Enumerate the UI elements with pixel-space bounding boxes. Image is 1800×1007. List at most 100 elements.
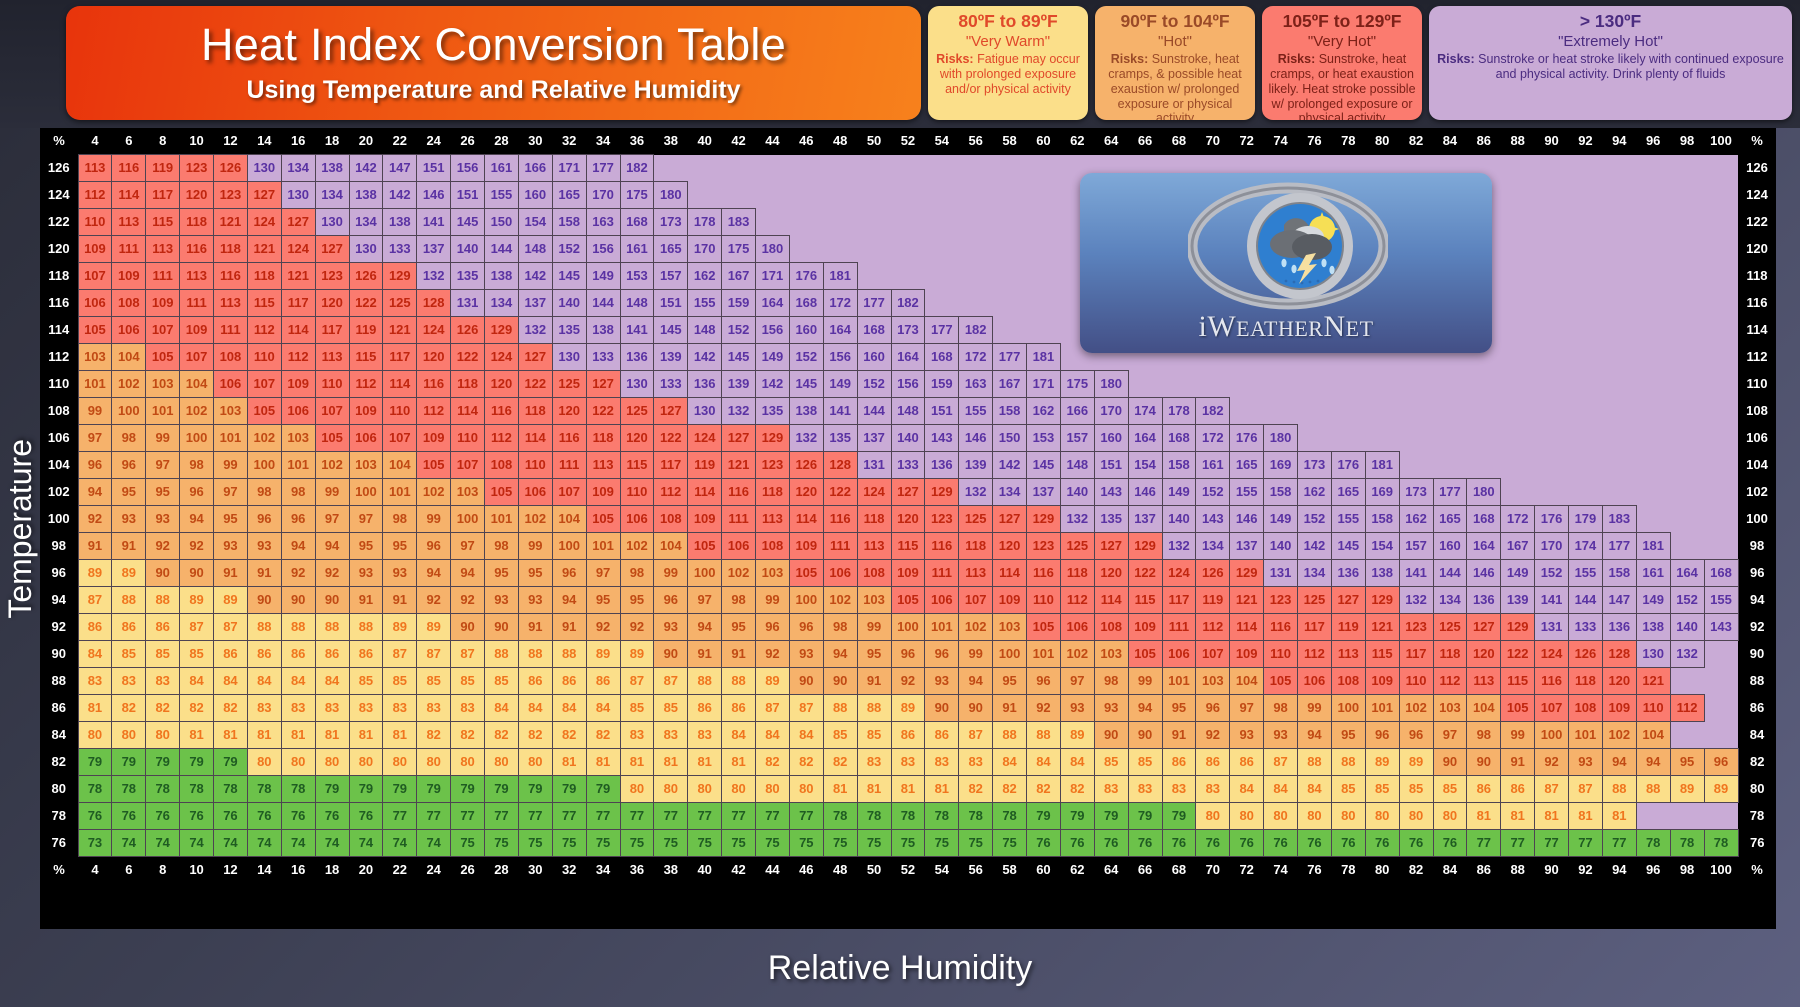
empty-cell: [789, 181, 824, 209]
heat-index-cell: 109: [179, 316, 214, 344]
heat-index-cell: 83: [382, 694, 418, 722]
empty-cell: [924, 262, 959, 290]
heat-index-cell: 80: [755, 775, 790, 803]
heat-index-cell: 161: [484, 154, 519, 182]
heat-index-cell: 85: [1330, 775, 1366, 803]
heat-index-cell: 105: [145, 343, 181, 371]
empty-cell: [1602, 235, 1637, 263]
heat-index-cell: 135: [551, 316, 587, 344]
temperature-header-cell: 78: [40, 802, 78, 830]
heat-index-cell: 130: [1635, 640, 1671, 668]
humidity-header-cell: 12: [213, 856, 248, 883]
humidity-header-cell: 96: [1636, 128, 1671, 155]
heat-index-cell: 143: [924, 424, 960, 452]
heat-index-cell: 89: [1703, 775, 1739, 803]
heat-index-cell: 149: [585, 262, 621, 290]
empty-cell: [924, 235, 959, 263]
header-row-top: % 4 6 8 10 12 14 16 18 20 22 24 26 28 30 32 34 36 38 40 42 44…: [40, 128, 1776, 155]
heat-index-cell: 126: [1195, 559, 1231, 587]
heat-index-cell: 80: [348, 748, 384, 776]
heat-index-cell: 80: [1229, 802, 1265, 830]
heat-index-cell: 138: [585, 316, 621, 344]
legend-risk: Risks: Fatigue may occur with prolonged …: [934, 52, 1082, 96]
heat-index-cell: 76: [1330, 829, 1366, 857]
heat-index-cell: 87: [382, 640, 418, 668]
heat-index-cell: 143: [1195, 505, 1231, 533]
humidity-header-cell: 76: [1297, 128, 1332, 155]
heat-index-cell: 147: [382, 154, 418, 182]
empty-cell: [1704, 289, 1738, 317]
heat-index-cell: 78: [822, 802, 858, 830]
temperature-header-cell-right: 124: [1738, 181, 1776, 209]
heat-index-cell: 123: [755, 451, 790, 479]
heat-index-cell: 86: [314, 640, 350, 668]
heat-index-cell: 79: [551, 775, 587, 803]
heat-index-cell: 143: [1703, 613, 1739, 641]
corner-percent-left: %: [40, 128, 78, 155]
heat-index-cell: 138: [484, 262, 519, 290]
heat-index-cell: 81: [179, 721, 214, 749]
heat-index-cell: 88: [484, 640, 519, 668]
heat-index-cell: 102: [1398, 694, 1434, 722]
heat-index-cell: 82: [755, 748, 790, 776]
temperature-header-cell: 76: [40, 829, 78, 857]
heat-index-cell: 82: [213, 694, 248, 722]
humidity-header-cell: 66: [1128, 128, 1162, 155]
heat-index-cell: 140: [450, 235, 485, 263]
heat-index-cell: 117: [1161, 586, 1197, 614]
heat-index-cell: 91: [992, 694, 1027, 722]
heat-index-cell: 176: [788, 262, 824, 290]
heat-index-cell: 117: [280, 289, 316, 317]
heat-index-cell: 86: [280, 640, 316, 668]
empty-cell: [1500, 181, 1535, 209]
humidity-header-cell: 86: [1466, 856, 1501, 883]
heat-index-cell: 88: [1026, 721, 1061, 749]
heat-index-cell: 102: [958, 613, 994, 641]
heat-index-cell: 109: [1127, 613, 1163, 641]
heat-index-cell: 121: [1229, 586, 1265, 614]
heat-index-cell: 86: [1195, 748, 1231, 776]
empty-cell: [755, 208, 790, 236]
legend-risk-text: Sunstroke or heat stroke likely with con…: [1474, 52, 1784, 82]
heat-index-cell: 77: [687, 802, 723, 830]
empty-cell: [857, 262, 891, 290]
empty-cell: [1670, 316, 1704, 344]
humidity-header-cell: 24: [416, 128, 451, 155]
heat-index-cell: 81: [585, 748, 621, 776]
empty-cell: [1704, 208, 1738, 236]
heat-index-cell: 85: [856, 721, 892, 749]
heat-index-cell: 101: [77, 370, 113, 398]
heat-index-cell: 98: [382, 505, 418, 533]
heat-index-cell: 101: [145, 397, 181, 425]
heat-index-cell: 106: [77, 289, 113, 317]
heat-index-cell: 93: [213, 532, 248, 560]
heat-index-cell: 168: [1466, 505, 1502, 533]
heat-index-cell: 122: [450, 343, 485, 371]
heat-index-cell: 86: [348, 640, 384, 668]
heat-index-cell: 75: [755, 829, 790, 857]
empty-cell: [958, 289, 993, 317]
heat-index-cell: 125: [551, 370, 587, 398]
empty-cell: [823, 181, 858, 209]
heat-index-cell: 85: [1432, 775, 1468, 803]
humidity-header-cell: 58: [992, 856, 1027, 883]
heat-index-cell: 76: [1364, 829, 1400, 857]
heat-index-cell: 114: [280, 316, 316, 344]
heat-index-cell: 150: [992, 424, 1027, 452]
heat-index-cell: 105: [416, 451, 452, 479]
humidity-header-cell: 94: [1602, 856, 1637, 883]
heat-index-cell: 109: [585, 478, 621, 506]
heat-index-cell: 91: [721, 640, 756, 668]
temperature-header-cell: 80: [40, 775, 78, 803]
temperature-header-cell-right: 98: [1738, 532, 1776, 560]
heat-index-cell: 103: [348, 451, 384, 479]
heat-index-cell: 141: [416, 208, 452, 236]
humidity-header-cell: 98: [1670, 856, 1704, 883]
heat-index-cell: 169: [1364, 478, 1400, 506]
heat-index-cell: 125: [1059, 532, 1095, 560]
heat-index-cell: 83: [958, 748, 994, 776]
heat-index-cell: 162: [1297, 478, 1332, 506]
heat-index-cell: 120: [992, 532, 1027, 560]
heat-index-cell: 92: [450, 586, 485, 614]
empty-cell: [721, 154, 756, 182]
